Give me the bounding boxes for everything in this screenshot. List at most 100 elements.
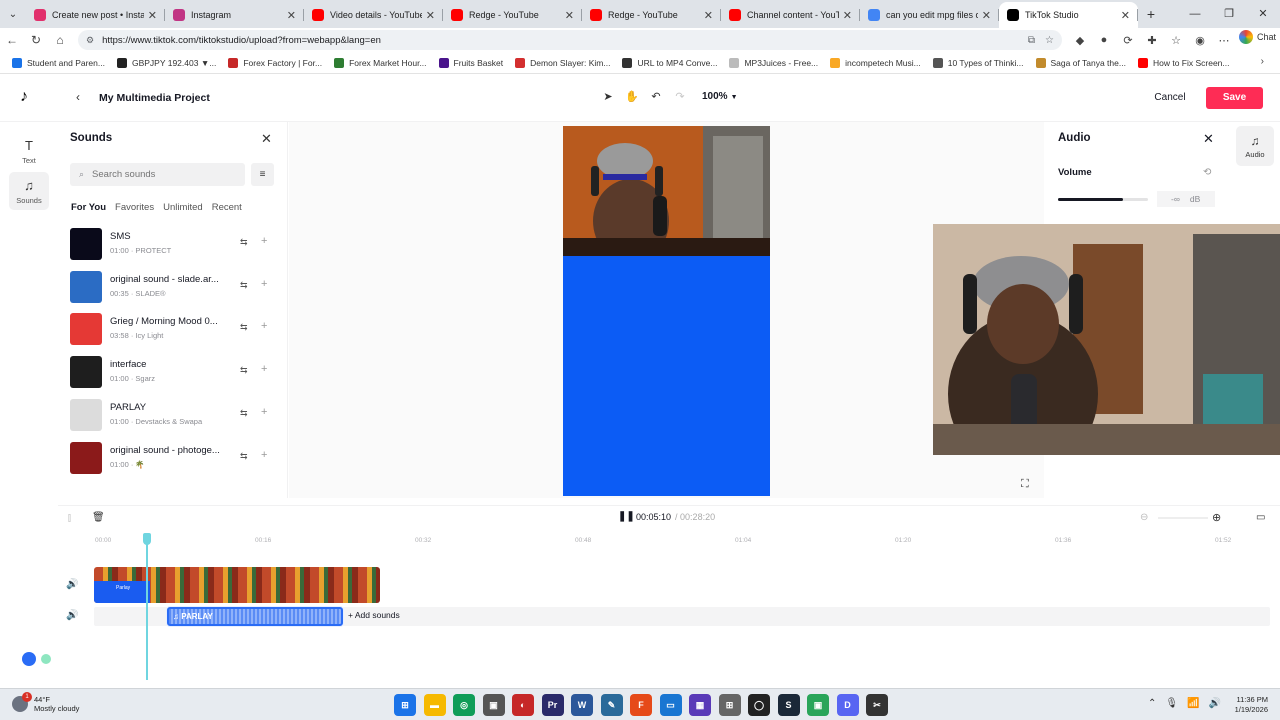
- replace-icon[interactable]: ⇆: [240, 408, 248, 419]
- search-sounds-field[interactable]: ⌕: [70, 163, 245, 186]
- open-in-app-icon[interactable]: ⧉: [1028, 35, 1035, 46]
- minimize-icon[interactable]: —: [1178, 0, 1212, 28]
- extension-color-icon[interactable]: ●: [1092, 34, 1116, 46]
- webcam-overlay-image[interactable]: [933, 224, 1280, 455]
- sound-list-item[interactable]: Grieg / Morning Mood 0... 03:58 · Icy Lig…: [70, 310, 280, 350]
- video-track-volume-icon[interactable]: 🔊: [66, 579, 78, 590]
- extension-puzzle-icon[interactable]: ✚: [1140, 34, 1164, 47]
- browser-tab[interactable]: Redge - YouTube ✕: [582, 2, 721, 28]
- browser-tab[interactable]: Channel content - YouTube ✕: [721, 2, 860, 28]
- close-tab-icon[interactable]: ✕: [704, 9, 713, 22]
- file-explorer-icon[interactable]: ▬: [423, 694, 446, 716]
- video-clip[interactable]: Parlay: [94, 567, 380, 603]
- favorites-icon[interactable]: ☆: [1164, 34, 1188, 47]
- clock[interactable]: 11:36 PM 1/19/2026: [1224, 695, 1268, 715]
- browser-tab[interactable]: Create new post • Instagram ✕: [26, 2, 165, 28]
- premiere-pro-icon[interactable]: Pr: [541, 694, 564, 716]
- volume-value-field[interactable]: -∞ dB: [1157, 191, 1215, 207]
- url-text[interactable]: https://www.tiktok.com/tiktokstudio/uplo…: [102, 35, 1018, 46]
- replace-icon[interactable]: ⇆: [240, 322, 248, 333]
- tab-sounds-unlimited[interactable]: Unlimited: [163, 202, 203, 213]
- zoom-dropdown[interactable]: 100% ▼: [702, 91, 738, 102]
- replace-icon[interactable]: ⇆: [240, 365, 248, 376]
- browser-tab[interactable]: TikTok Studio ✕: [999, 2, 1138, 28]
- bookmark-item[interactable]: Demon Slayer: Kim...: [515, 57, 610, 68]
- add-plus-icon[interactable]: +: [261, 320, 267, 332]
- reset-icon[interactable]: ⟲: [1203, 167, 1211, 178]
- bookmark-item[interactable]: How to Fix Screen...: [1137, 57, 1230, 68]
- bookmark-item[interactable]: URL to MP4 Conve...: [622, 57, 717, 68]
- bookmark-item[interactable]: MP3Juices - Free...: [729, 57, 818, 68]
- app-window-icon[interactable]: ▭: [659, 694, 682, 716]
- omnibox[interactable]: ⚙ https://www.tiktok.com/tiktokstudio/up…: [78, 30, 1062, 50]
- app-tool-icon[interactable]: ✎: [600, 694, 623, 716]
- playhead[interactable]: [146, 536, 148, 680]
- maximize-icon[interactable]: ❐: [1212, 0, 1246, 28]
- app-green-icon[interactable]: ▣: [807, 694, 829, 716]
- refresh-extension-icon[interactable]: ⟳: [1116, 34, 1140, 47]
- bookmark-item[interactable]: GBPJPY 192.403 ▼...: [116, 57, 216, 68]
- search-input[interactable]: [92, 169, 233, 180]
- weather-widget[interactable]: 1 44°F Mostly cloudy: [12, 692, 79, 713]
- close-tab-icon[interactable]: ✕: [426, 9, 435, 22]
- add-plus-icon[interactable]: +: [261, 406, 267, 418]
- calculator-icon[interactable]: ⊞: [718, 694, 741, 716]
- volume-slider[interactable]: [1058, 198, 1148, 201]
- sound-list-item[interactable]: PARLAY 01:00 · Devstacks & Swapa ⇆ +: [70, 396, 280, 436]
- bookmark-star-icon[interactable]: ☆: [1045, 35, 1054, 46]
- menu-dots-icon[interactable]: ⋯: [1212, 34, 1236, 47]
- microphone-icon[interactable]: 🎙: [1165, 698, 1178, 709]
- bookmark-item[interactable]: Forex Factory | For...: [228, 57, 322, 68]
- sound-list-item[interactable]: original sound - slade.ar... 00:35 · SLAD…: [70, 268, 280, 308]
- close-icon[interactable]: ✕: [1203, 131, 1214, 147]
- playhead-handle[interactable]: [143, 533, 151, 545]
- replace-icon[interactable]: ⇆: [240, 280, 248, 291]
- close-tab-icon[interactable]: ✕: [565, 9, 574, 22]
- add-plus-icon[interactable]: +: [261, 278, 267, 290]
- timeline-zoom-slider[interactable]: [1158, 517, 1208, 519]
- windows-start-icon[interactable]: ⊞: [394, 694, 416, 716]
- bookmark-item[interactable]: Student and Paren...: [12, 57, 105, 68]
- undo-icon[interactable]: ↶: [644, 90, 668, 103]
- hand-pan-icon[interactable]: ✋: [620, 90, 644, 103]
- rail-item-sounds[interactable]: ♫ Sounds: [9, 172, 49, 210]
- browser-tab[interactable]: Instagram ✕: [165, 2, 304, 28]
- speaker-icon[interactable]: 🔊: [1209, 698, 1221, 709]
- rail-item-text[interactable]: T Text: [9, 132, 49, 170]
- assistant-icon[interactable]: [22, 652, 36, 666]
- select-pointer-icon[interactable]: ➤: [596, 90, 620, 103]
- caption-icon[interactable]: ▭: [1256, 512, 1265, 523]
- bookmark-item[interactable]: incompetech Musi...: [830, 57, 921, 68]
- app-capcut-icon[interactable]: ✂: [866, 694, 888, 716]
- extension-diamond-icon[interactable]: ◆: [1068, 34, 1092, 47]
- back-chevron-icon[interactable]: ‹: [76, 90, 80, 104]
- close-tab-icon[interactable]: ✕: [982, 9, 991, 22]
- audio-clip[interactable]: ♫ PARLAY: [167, 607, 343, 626]
- zoom-out-icon[interactable]: ⊖: [1140, 512, 1148, 523]
- chat-button[interactable]: Chat: [1238, 30, 1276, 44]
- sound-list-item[interactable]: SMS 01:00 · PROTECT ⇆ +: [70, 225, 280, 265]
- preview-frame[interactable]: [563, 126, 770, 496]
- discord-icon[interactable]: D: [836, 694, 859, 716]
- close-window-icon[interactable]: ✕: [1246, 0, 1280, 28]
- bookmark-item[interactable]: Saga of Tanya the...: [1035, 57, 1126, 68]
- split-icon[interactable]: ⫿: [68, 513, 71, 524]
- sound-list-item[interactable]: interface 01:00 · Sgarz ⇆ +: [70, 353, 280, 393]
- site-info-icon[interactable]: ⚙: [86, 35, 94, 46]
- tab-search-chevron-icon[interactable]: ⌄: [0, 0, 26, 28]
- app-grid-icon[interactable]: ▦: [689, 694, 711, 716]
- fullscreen-icon[interactable]: ⛶: [1021, 478, 1029, 491]
- filter-icon[interactable]: ≡: [251, 163, 274, 186]
- word-icon[interactable]: W: [571, 694, 593, 716]
- replace-icon[interactable]: ⇆: [240, 451, 248, 462]
- store-icon[interactable]: ▣: [482, 694, 505, 716]
- pause-icon[interactable]: ❚❚: [618, 511, 635, 522]
- tray-chevron-icon[interactable]: ⌃: [1148, 698, 1156, 709]
- close-icon[interactable]: ✕: [261, 131, 272, 147]
- tab-sounds-favorites[interactable]: Favorites: [115, 202, 154, 213]
- new-tab-plus-icon[interactable]: +: [1138, 6, 1164, 22]
- sound-list-item[interactable]: original sound - photoge... 01:00 · 🌴 ⇆ +: [70, 439, 280, 479]
- app-f-icon[interactable]: F: [630, 694, 652, 716]
- browser-tab[interactable]: can you edit mpg files on ca ✕: [860, 2, 999, 28]
- home-icon[interactable]: ⌂: [48, 33, 72, 47]
